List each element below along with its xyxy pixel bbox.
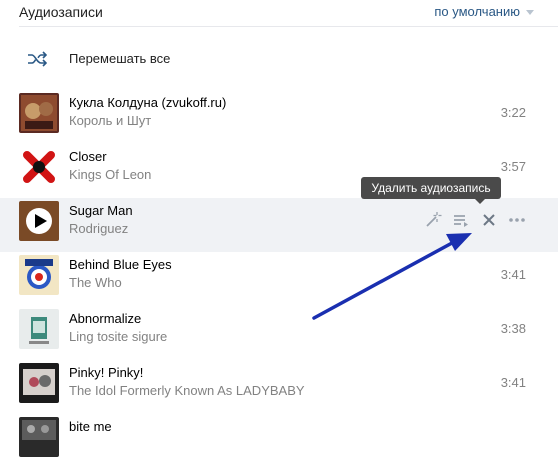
track-row[interactable]: Pinky! Pinky! The Idol Formerly Known As…: [0, 360, 558, 414]
track-row-active[interactable]: Sugar Man Rodriguez: [0, 198, 558, 252]
sort-dropdown[interactable]: по умолчанию: [434, 4, 534, 19]
track-duration: 3:41: [500, 375, 526, 390]
track-title[interactable]: Closer: [69, 149, 107, 164]
delete-track-icon[interactable]: [480, 211, 498, 229]
track-artist[interactable]: Король и Шут: [69, 113, 151, 128]
track-artist[interactable]: The Idol Formerly Known As LADYBABY: [69, 383, 305, 398]
album-cover: [19, 363, 59, 403]
track-duration: 3:38: [500, 321, 526, 336]
track-row[interactable]: Behind Blue Eyes The Who 3:41: [0, 252, 558, 306]
album-cover: [19, 201, 59, 241]
page-title: Аудиозаписи: [19, 4, 103, 20]
chevron-down-icon: [526, 10, 534, 15]
track-title[interactable]: Behind Blue Eyes: [69, 257, 172, 272]
track-row[interactable]: bite me: [0, 414, 558, 468]
sort-label: по умолчанию: [434, 4, 520, 19]
track-artist[interactable]: Ling tosite sigure: [69, 329, 167, 344]
track-title[interactable]: bite me: [69, 419, 112, 434]
track-title[interactable]: Sugar Man: [69, 203, 133, 218]
track-artist[interactable]: Rodriguez: [69, 221, 128, 236]
track-artist[interactable]: The Who: [69, 275, 122, 290]
album-cover: [19, 417, 59, 457]
track-list: Кукла Колдуна (zvukoff.ru) Король и Шут …: [0, 90, 558, 468]
track-row[interactable]: Abnormalize Ling tosite sigure 3:38: [0, 306, 558, 360]
album-cover: [19, 309, 59, 349]
add-to-playlist-icon[interactable]: [452, 211, 470, 229]
track-artist[interactable]: Kings Of Leon: [69, 167, 151, 182]
track-row[interactable]: Кукла Колдуна (zvukoff.ru) Король и Шут …: [0, 90, 558, 144]
shuffle-label: Перемешать все: [69, 51, 171, 66]
track-duration: 3:22: [500, 105, 526, 120]
track-title[interactable]: Pinky! Pinky!: [69, 365, 143, 380]
shuffle-all-button[interactable]: Перемешать все: [0, 42, 558, 76]
track-title[interactable]: Abnormalize: [69, 311, 141, 326]
delete-tooltip: Удалить аудиозапись: [361, 177, 501, 204]
album-cover: [19, 147, 59, 187]
more-options-icon[interactable]: [508, 211, 526, 229]
track-duration: 3:57: [500, 159, 526, 174]
track-title[interactable]: Кукла Колдуна (zvukoff.ru): [69, 95, 226, 110]
magic-wand-icon[interactable]: [424, 211, 442, 229]
audio-header: Аудиозаписи по умолчанию: [0, 0, 558, 26]
shuffle-icon: [28, 51, 47, 67]
header-divider: [19, 26, 558, 27]
track-duration: 3:41: [500, 267, 526, 282]
album-cover: [19, 93, 59, 133]
track-actions: [424, 211, 526, 229]
album-cover: [19, 255, 59, 295]
